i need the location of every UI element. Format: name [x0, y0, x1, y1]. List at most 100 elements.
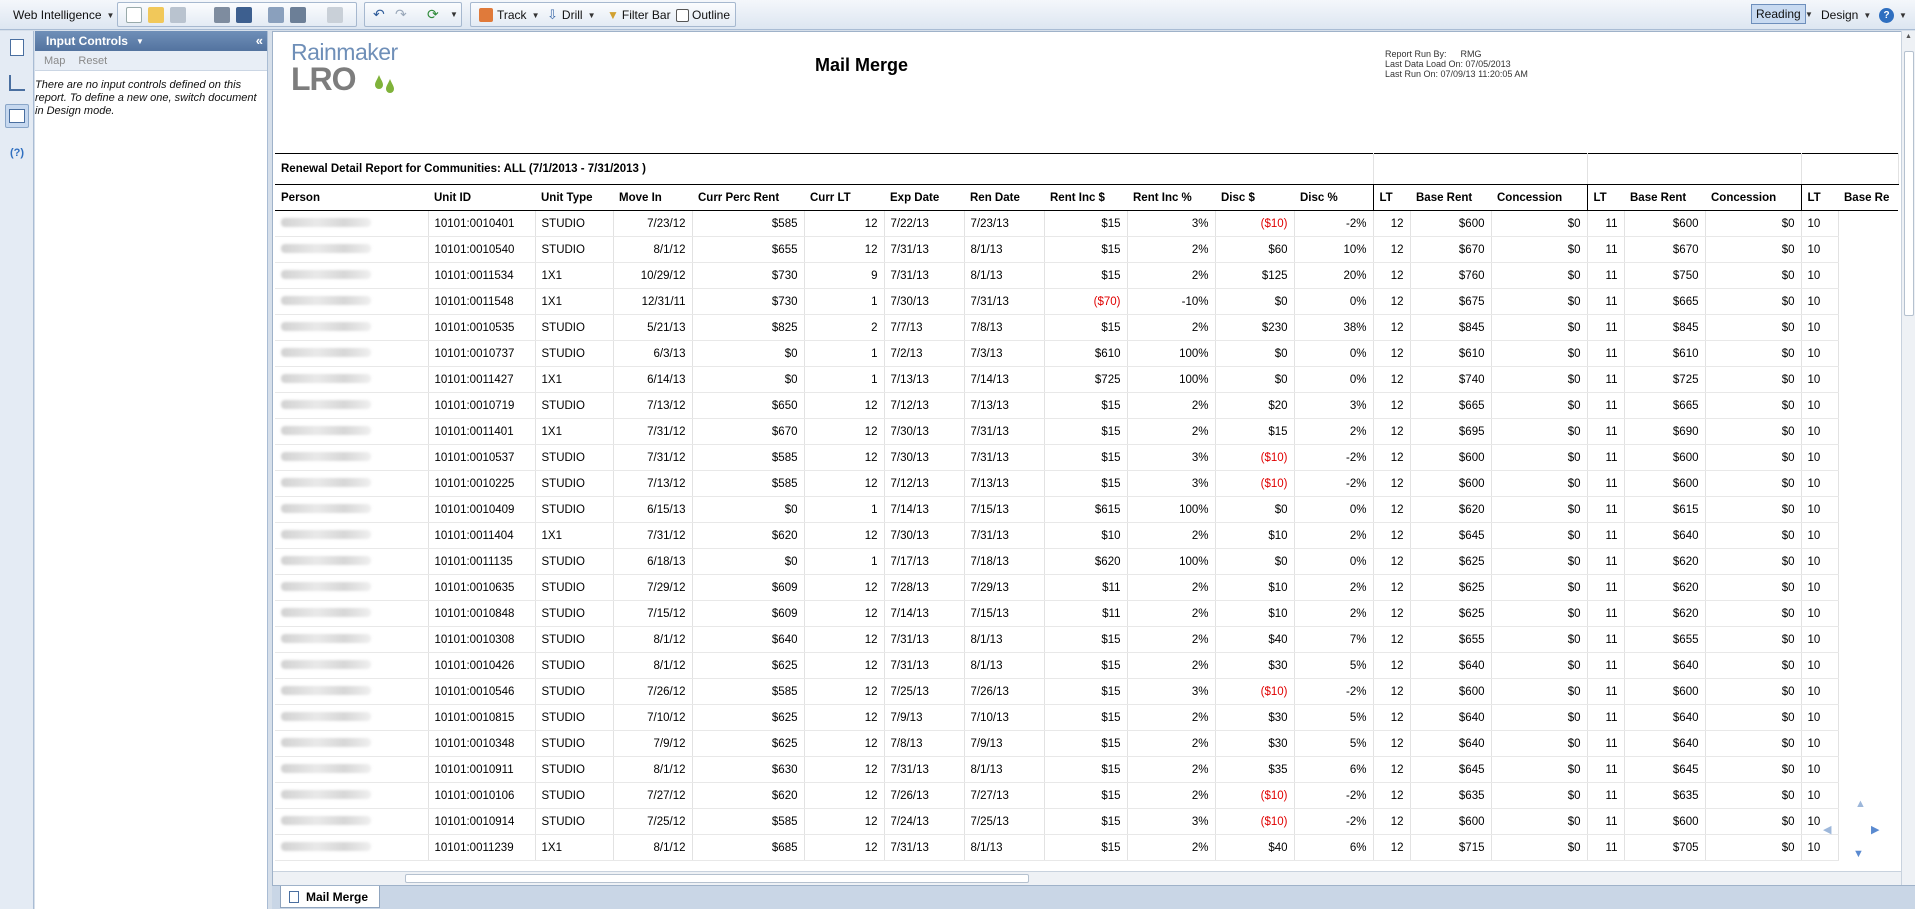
table-cell: $665 — [1624, 288, 1706, 315]
input-controls-header[interactable]: Input Controls ▼ « — [35, 31, 267, 51]
tab-mail-merge[interactable]: Mail Merge — [280, 886, 380, 908]
help-button[interactable]: ? ▼ — [1879, 4, 1907, 26]
export-icon[interactable] — [290, 7, 306, 23]
table-cell: 2% — [1294, 600, 1374, 627]
page-down-icon[interactable]: ▼ — [1853, 848, 1864, 860]
map-link[interactable]: Map — [44, 55, 65, 67]
table-cell: $10 — [1215, 522, 1295, 549]
table-cell: $609 — [692, 574, 805, 601]
page-left-icon[interactable]: ◀ — [1823, 823, 1831, 836]
person-cell — [275, 600, 429, 627]
table-cell: 12 — [804, 782, 885, 809]
print-icon[interactable] — [214, 7, 230, 23]
person-cell — [275, 808, 429, 835]
outline-icon — [676, 8, 689, 22]
history-icon[interactable] — [268, 7, 284, 23]
undo-icon[interactable]: ↶ — [373, 6, 385, 23]
table-cell: 10% — [1294, 236, 1374, 263]
person-cell — [275, 496, 429, 523]
drill-button[interactable]: ⇩ Drill ▼ — [547, 4, 596, 26]
table-cell: 10 — [1800, 444, 1839, 471]
run-info: Report Run By: RMG Last Data Load On: 07/… — [1385, 49, 1528, 79]
chevron-down-icon[interactable]: ▼ — [1805, 10, 1813, 19]
navigation-map-button[interactable] — [5, 71, 29, 95]
table-cell: 7/9/13 — [964, 730, 1045, 757]
page-up-icon[interactable]: ▲ — [1855, 798, 1866, 810]
outline-button[interactable]: Outline — [676, 4, 730, 26]
open-folder-icon[interactable] — [148, 7, 164, 23]
table-cell: 7/31/13 — [964, 288, 1045, 315]
vertical-scroll-thumb[interactable] — [1904, 51, 1914, 316]
chevron-down-icon: ▼ — [1863, 10, 1872, 20]
horizontal-scroll-thumb[interactable] — [405, 874, 1029, 883]
refresh-icon[interactable]: ⟳ — [427, 6, 439, 23]
chevron-down-icon[interactable]: ▼ — [136, 37, 144, 46]
table-cell: 100% — [1127, 496, 1216, 523]
table-cell: 6/18/13 — [613, 548, 693, 575]
page-right-icon[interactable]: ▶ — [1871, 823, 1879, 836]
redacted-name — [281, 295, 371, 305]
question-icon: (?) — [9, 147, 25, 159]
reset-link[interactable]: Reset — [78, 55, 107, 67]
table-cell: 10 — [1800, 652, 1839, 679]
scroll-up-icon[interactable]: ▲ — [1905, 33, 1912, 40]
save-icon[interactable] — [170, 7, 186, 23]
table-cell: -2% — [1294, 470, 1374, 497]
table-cell: $670 — [1624, 236, 1706, 263]
table-cell: 7/28/13 — [884, 574, 965, 601]
chevron-down-icon[interactable]: ▼ — [450, 10, 458, 19]
table-cell: 10101:0011401 — [428, 418, 536, 445]
run-by-value: RMG — [1460, 49, 1482, 59]
table-cell: 10101:0010546 — [428, 678, 536, 705]
table-cell: 10 — [1800, 834, 1839, 861]
table-cell: 2% — [1127, 704, 1216, 731]
table-cell: 11 — [1586, 444, 1625, 471]
table-cell: 0% — [1294, 496, 1374, 523]
table-cell: $600 — [1410, 210, 1492, 237]
table-cell: ($10) — [1215, 782, 1295, 809]
redacted-name — [281, 399, 371, 409]
vertical-scrollbar[interactable]: ▲ — [1901, 31, 1915, 885]
table-cell: ($10) — [1215, 808, 1295, 835]
table-cell: STUDIO — [535, 704, 614, 731]
design-mode-button[interactable]: Design ▼ — [1821, 4, 1871, 26]
drill-icon: ⇩ — [547, 7, 558, 22]
table-cell: $0 — [1705, 756, 1802, 783]
table-cell: $600 — [1410, 678, 1492, 705]
table-cell: 1X1 — [535, 288, 614, 315]
table-cell: 7/31/13 — [964, 418, 1045, 445]
table-cell: 10 — [1800, 418, 1839, 445]
table-cell: 10 — [1800, 626, 1839, 653]
table-cell: $15 — [1215, 418, 1295, 445]
web-intelligence-menu[interactable]: Web Intelligence ▼ — [13, 4, 114, 26]
table-cell: STUDIO — [535, 548, 614, 575]
horizontal-scrollbar[interactable] — [273, 871, 1901, 885]
table-cell: $750 — [1624, 262, 1706, 289]
document-icon — [10, 38, 24, 56]
table-cell: ($10) — [1215, 470, 1295, 497]
table-cell: STUDIO — [535, 392, 614, 419]
reading-mode-button[interactable]: Reading — [1751, 4, 1806, 24]
document-summary-button[interactable] — [5, 35, 29, 59]
input-controls-button[interactable] — [5, 104, 29, 128]
table-cell: 12 — [1372, 652, 1411, 679]
table-cell: $585 — [692, 210, 805, 237]
table-cell: $0 — [1705, 704, 1802, 731]
table-cell: 7/26/12 — [613, 678, 693, 705]
collapse-panel-icon[interactable]: « — [256, 33, 263, 48]
table-cell: $615 — [1624, 496, 1706, 523]
table-cell: 7/13/13 — [964, 470, 1045, 497]
table-cell: $585 — [692, 678, 805, 705]
track-button[interactable]: Track ▼ — [479, 4, 539, 26]
find-icon[interactable] — [236, 7, 252, 23]
new-document-icon[interactable] — [126, 7, 142, 23]
table-cell: 100% — [1127, 340, 1216, 367]
table-cell: $609 — [692, 600, 805, 627]
table-cell: STUDIO — [535, 210, 614, 237]
person-cell — [275, 444, 429, 471]
email-icon[interactable] — [327, 7, 343, 23]
table-cell: 7/14/13 — [884, 496, 965, 523]
filter-bar-button[interactable]: ▼ Filter Bar — [607, 4, 671, 26]
help-panel-button[interactable]: (?) — [5, 141, 29, 165]
redo-icon[interactable]: ↷ — [395, 6, 407, 23]
